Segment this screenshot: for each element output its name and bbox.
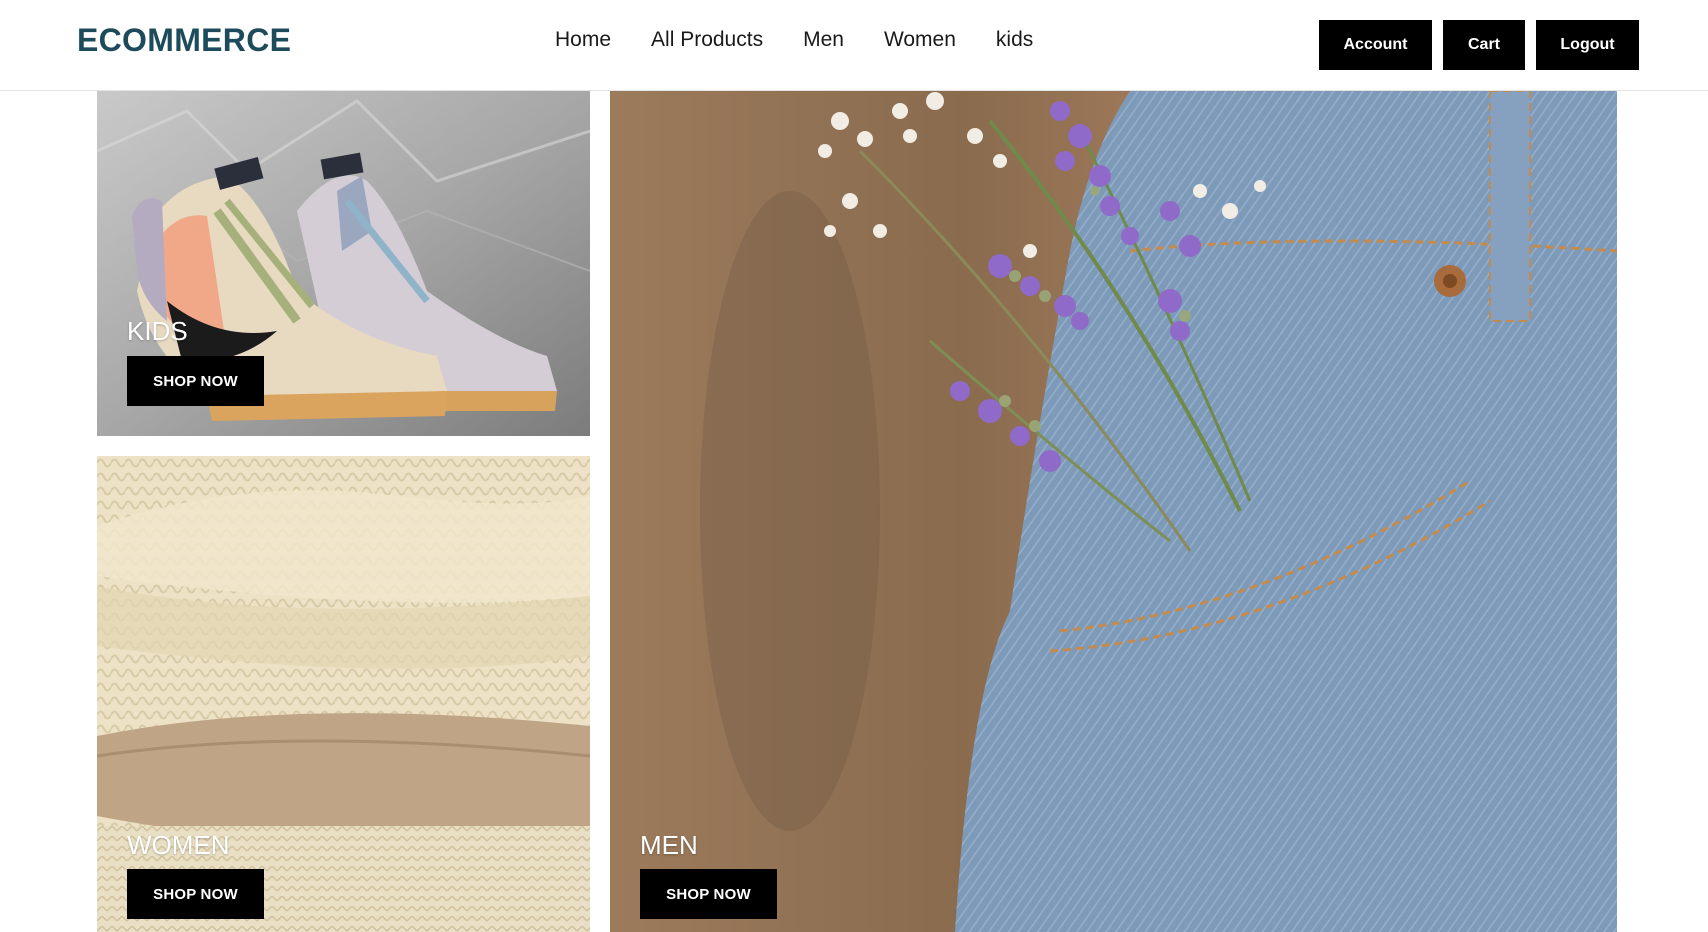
nav-link-kids[interactable]: kids: [996, 28, 1033, 52]
nav-link-men[interactable]: Men: [803, 28, 844, 52]
nav-link-women[interactable]: Women: [884, 28, 956, 52]
tile-label-women: WOMEN: [127, 830, 230, 860]
brand-logo[interactable]: ECOMMERCE: [77, 22, 291, 59]
cart-button[interactable]: Cart: [1443, 20, 1525, 70]
denim-pocket-flowers-photo: [610, 91, 1617, 932]
category-tile-men[interactable]: MEN SHOP NOW: [610, 91, 1617, 932]
nav-link-home[interactable]: Home: [555, 28, 611, 52]
logout-button[interactable]: Logout: [1536, 20, 1639, 70]
top-navbar: ECOMMERCE Home All Products Men Women ki…: [0, 0, 1708, 91]
shop-now-kids-button[interactable]: SHOP NOW: [127, 356, 264, 406]
tile-label-kids: KIDS: [127, 316, 188, 346]
main-nav: Home All Products Men Women kids: [555, 28, 1033, 52]
shop-now-women-button[interactable]: SHOP NOW: [127, 869, 264, 919]
tile-label-men: MEN: [640, 830, 698, 860]
nav-link-all-products[interactable]: All Products: [651, 28, 763, 52]
category-tile-kids[interactable]: KIDS SHOP NOW: [97, 91, 590, 436]
shop-now-men-button[interactable]: SHOP NOW: [640, 869, 777, 919]
account-button[interactable]: Account: [1319, 20, 1432, 70]
nav-actions: Account Cart Logout: [1319, 20, 1639, 70]
category-tile-women[interactable]: WOMEN SHOP NOW: [97, 456, 590, 932]
